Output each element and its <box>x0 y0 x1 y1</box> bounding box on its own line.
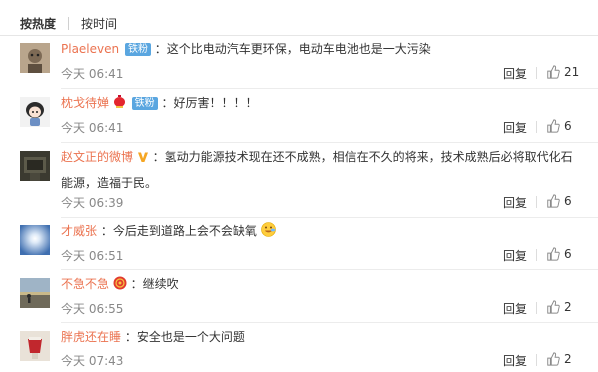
row-divider <box>61 142 598 143</box>
like-button[interactable]: 6 <box>546 247 572 261</box>
thumbs-up-icon <box>546 194 560 208</box>
username-link[interactable]: 赵文正的微博 <box>61 150 133 164</box>
reply-button[interactable]: 回复 <box>503 65 527 82</box>
row-divider <box>61 88 598 89</box>
comment-text: 才威张 ：今后走到道路上会不会缺氧 <box>61 219 584 245</box>
reply-button[interactable]: 回复 <box>503 247 527 264</box>
sort-by-hot-tab[interactable]: 按热度 <box>20 15 56 32</box>
avatar[interactable] <box>20 151 50 181</box>
like-button[interactable]: 6 <box>546 194 572 208</box>
comment-body: ：继续吹 <box>130 277 179 291</box>
like-button[interactable]: 21 <box>546 65 579 79</box>
row-divider <box>61 322 598 323</box>
like-button[interactable]: 6 <box>546 119 572 133</box>
like-count: 2 <box>564 300 572 314</box>
comment-time: 今天 06:41 <box>61 67 124 81</box>
thumbs-up-icon <box>546 352 560 366</box>
action-separator <box>536 121 537 133</box>
comment-time: 今天 06:51 <box>61 249 124 263</box>
verified-v-icon <box>137 147 149 171</box>
row-divider <box>61 217 598 218</box>
action-separator <box>536 67 537 79</box>
action-separator <box>536 249 537 261</box>
action-separator <box>536 196 537 208</box>
reply-button[interactable]: 回复 <box>503 352 527 369</box>
comment-time: 今天 07:43 <box>61 354 124 368</box>
action-separator <box>536 354 537 366</box>
username-link[interactable]: 才威张 <box>61 224 97 238</box>
avatar[interactable] <box>20 43 50 73</box>
comment-time: 今天 06:55 <box>61 302 124 316</box>
thumbs-up-icon <box>546 247 560 261</box>
comment-time: 今天 06:39 <box>61 196 124 210</box>
sort-bar: 按热度 按时间 <box>20 12 117 34</box>
comment-body: ：安全也是一个大问题 <box>124 330 245 344</box>
username-link[interactable]: 胖虎还在睡 <box>61 330 121 344</box>
sort-by-time-tab[interactable]: 按时间 <box>81 15 117 32</box>
comment-body: ：今后走到道路上会不会缺氧 <box>100 224 257 238</box>
like-button[interactable]: 2 <box>546 300 572 314</box>
avatar[interactable] <box>20 225 50 255</box>
like-count: 6 <box>564 119 572 133</box>
fan-badge: 铁粉 <box>131 97 158 110</box>
like-button[interactable]: 2 <box>546 352 572 366</box>
comment-text: 赵文正的微博 ：氢动力能源技术现在还不成熟，相信在不久的将来，技术成熟后必将取代… <box>61 145 584 195</box>
reply-button[interactable]: 回复 <box>503 300 527 317</box>
thumbs-up-icon <box>546 65 560 79</box>
thumbs-up-icon <box>546 300 560 314</box>
username-link[interactable]: Plaeleven <box>61 42 119 56</box>
username-link[interactable]: 枕戈待婵 <box>61 96 109 110</box>
like-count: 6 <box>564 194 572 208</box>
username-link[interactable]: 不急不急 <box>61 277 109 291</box>
lantern-icon <box>113 274 127 298</box>
comment-body: ：这个比电动汽车更环保，电动车电池也是一大污染 <box>154 42 431 56</box>
fan-badge: 铁粉 <box>124 43 151 56</box>
comment-text: Plaeleven 铁粉 ：这个比电动汽车更环保，电动车电池也是一大污染 <box>61 37 584 61</box>
avatar[interactable] <box>20 97 50 127</box>
reply-button[interactable]: 回复 <box>503 119 527 136</box>
comment-text: 不急不急 ：继续吹 <box>61 272 584 298</box>
row-divider <box>61 269 598 270</box>
comment-text: 枕戈待婵 铁粉 ：好厉害！！！！ <box>61 91 584 117</box>
top-divider <box>0 35 598 36</box>
comment-body: ：好厉害！！！！ <box>161 96 258 110</box>
thumbs-up-icon <box>546 119 560 133</box>
avatar[interactable] <box>20 331 50 361</box>
comment-time: 今天 06:41 <box>61 121 124 135</box>
action-separator <box>536 302 537 314</box>
smiley-emoji-icon <box>260 221 276 245</box>
avatar[interactable] <box>20 278 50 308</box>
reply-button[interactable]: 回复 <box>503 194 527 211</box>
lantern-icon <box>113 93 126 117</box>
like-count: 21 <box>564 65 580 79</box>
like-count: 2 <box>564 352 572 366</box>
comment-text: 胖虎还在睡 ：安全也是一个大问题 <box>61 325 584 349</box>
sort-divider <box>68 16 70 30</box>
like-count: 6 <box>564 247 572 261</box>
